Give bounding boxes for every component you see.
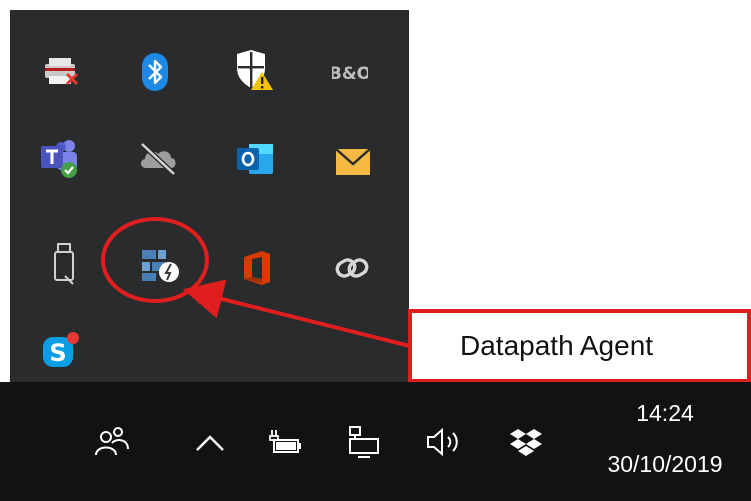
mail-icon[interactable]: [329, 138, 377, 186]
link-icon[interactable]: [328, 244, 376, 292]
skype-icon[interactable]: S: [37, 326, 85, 374]
svg-text:B&O: B&O: [332, 64, 368, 84]
teams-icon[interactable]: [36, 135, 84, 183]
taskbar-clock[interactable]: 14:24 30/10/2019: [579, 382, 751, 501]
callout-box: Datapath Agent: [408, 309, 751, 383]
onedrive-offline-icon[interactable]: [134, 134, 182, 182]
network-icon[interactable]: [344, 422, 384, 462]
windows-security-warning-icon[interactable]: [230, 46, 278, 94]
dropbox-icon[interactable]: [506, 422, 546, 462]
outlook-icon[interactable]: [232, 135, 280, 183]
volume-icon[interactable]: [422, 422, 466, 462]
bang-olufsen-icon[interactable]: B&O: [326, 48, 374, 96]
highlight-circle: [101, 217, 209, 303]
bluetooth-icon[interactable]: [131, 48, 179, 96]
usb-drive-icon[interactable]: [40, 240, 88, 288]
callout-label: Datapath Agent: [460, 330, 654, 361]
taskbar: 14:24 30/10/2019: [0, 382, 751, 501]
clock-date: 30/10/2019: [607, 451, 723, 477]
chevron-up-icon[interactable]: [190, 426, 230, 460]
battery-icon[interactable]: [264, 424, 304, 460]
clock-time: 14:24: [636, 400, 694, 426]
office-icon[interactable]: [233, 244, 281, 292]
tray-overflow-flyout: B&O S: [10, 10, 409, 382]
printer-error-icon[interactable]: [37, 48, 85, 96]
svg-text:S: S: [49, 339, 66, 367]
people-icon[interactable]: [92, 422, 132, 462]
